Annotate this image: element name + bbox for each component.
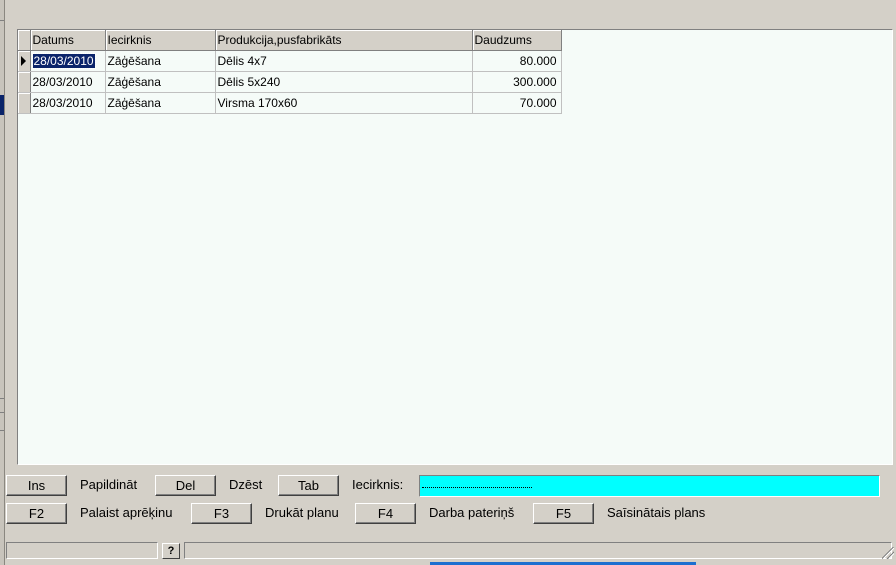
ins-label: Papildināt (80, 477, 138, 492)
left-frame-edge (0, 0, 5, 565)
column-header-product[interactable]: Produkcija,pusfabrikāts (215, 30, 473, 51)
date-value: 28/03/2010 (31, 53, 96, 69)
f2-label: Palaist aprēķinu (80, 505, 173, 520)
selection-marker (0, 95, 4, 115)
section-input[interactable] (419, 475, 880, 497)
grid-header-row: Datums Iecirknis Produkcija,pusfabrikāts… (18, 30, 562, 51)
column-header-quantity[interactable]: Daudzums (472, 30, 562, 51)
help-button[interactable]: ? (162, 543, 180, 559)
resize-grip-icon[interactable] (882, 547, 894, 559)
f2-button[interactable]: F2 (6, 503, 67, 524)
frame-tick (0, 20, 4, 21)
table-row[interactable]: 28/03/2010 Zāģēšana Dēlis 4x7 80.000 (18, 50, 562, 72)
row-indicator[interactable] (18, 71, 31, 93)
product-cell[interactable]: Virsma 170x60 (215, 92, 473, 114)
frame-tick (0, 412, 4, 413)
row-indicator[interactable] (18, 50, 31, 72)
table-row[interactable]: 28/03/2010 Zāģēšana Dēlis 5x240 300.000 (18, 71, 562, 93)
del-label: Dzēst (229, 477, 263, 492)
frame-tick (0, 398, 4, 399)
status-panel-main (184, 542, 892, 559)
date-cell[interactable]: 28/03/2010 (30, 50, 106, 72)
data-grid[interactable]: Datums Iecirknis Produkcija,pusfabrikāts… (17, 29, 893, 465)
quantity-cell[interactable]: 80.000 (472, 50, 562, 72)
f5-button[interactable]: F5 (533, 503, 594, 524)
column-header-section[interactable]: Iecirknis (105, 30, 216, 51)
product-cell[interactable]: Dēlis 4x7 (215, 50, 473, 72)
del-button[interactable]: Del (155, 475, 216, 496)
f3-button[interactable]: F3 (191, 503, 252, 524)
table-row[interactable]: 28/03/2010 Zāģēšana Virsma 170x60 70.000 (18, 92, 562, 114)
column-header-date[interactable]: Datums (30, 30, 106, 51)
status-bar: ? (4, 541, 896, 561)
date-cell[interactable]: 28/03/2010 (30, 92, 106, 114)
ins-button[interactable]: Ins (6, 475, 67, 496)
header-indicator (18, 30, 31, 51)
product-cell[interactable]: Dēlis 5x240 (215, 71, 473, 93)
section-label: Iecirknis: (352, 477, 404, 492)
frame-tick (0, 430, 4, 431)
tab-button[interactable]: Tab (278, 475, 339, 496)
quantity-cell[interactable]: 300.000 (472, 71, 562, 93)
section-cell[interactable]: Zāģēšana (105, 92, 216, 114)
f4-button[interactable]: F4 (355, 503, 416, 524)
f3-label: Drukāt planu (265, 505, 339, 520)
focus-dots (422, 487, 532, 488)
section-cell[interactable]: Zāģēšana (105, 50, 216, 72)
date-cell[interactable]: 28/03/2010 (30, 71, 106, 93)
current-row-arrow-icon (21, 56, 26, 66)
quantity-cell[interactable]: 70.000 (472, 92, 562, 114)
f4-label: Darba pateriņš (429, 505, 515, 520)
status-panel (6, 542, 158, 559)
grid-table: Datums Iecirknis Produkcija,pusfabrikāts… (18, 30, 562, 114)
f5-label: Saīsinātais plans (607, 505, 706, 520)
row-indicator[interactable] (18, 92, 31, 114)
section-cell[interactable]: Zāģēšana (105, 71, 216, 93)
